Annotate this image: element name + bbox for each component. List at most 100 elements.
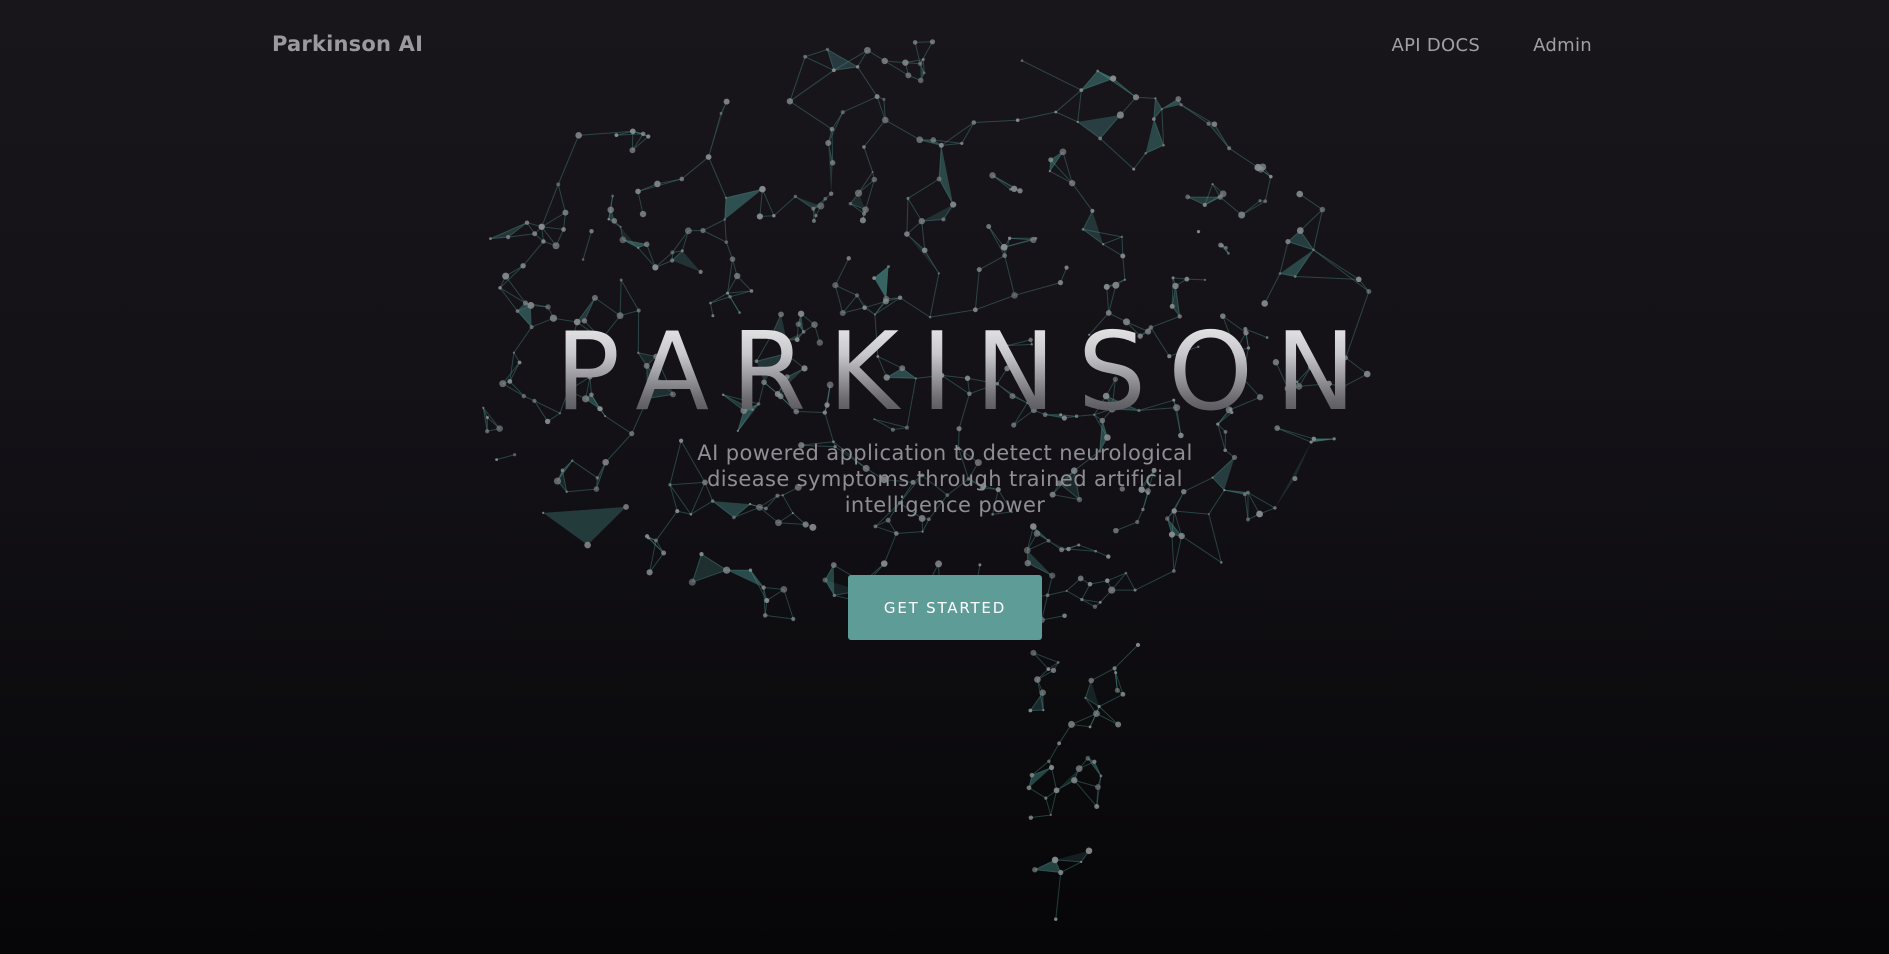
network-node (772, 213, 776, 218)
network-node (1007, 236, 1012, 241)
network-node (862, 145, 866, 149)
network-node (1162, 143, 1165, 147)
network-node (643, 241, 650, 248)
network-node (1179, 103, 1183, 107)
network-node (1010, 185, 1018, 193)
network-edge (1264, 176, 1272, 202)
network-node (1093, 710, 1100, 718)
network-edge (1051, 767, 1058, 791)
network-node (1245, 517, 1250, 522)
network-edge (708, 113, 722, 158)
network-node (1169, 303, 1175, 309)
network-node (520, 263, 526, 269)
network-edge (1030, 814, 1051, 819)
network-node (854, 189, 863, 197)
network-node (1084, 696, 1087, 700)
network-node (880, 560, 888, 567)
network-node (930, 137, 937, 143)
network-node (1296, 227, 1304, 234)
network-edge (924, 250, 940, 274)
network-node (1050, 667, 1057, 674)
network-node (654, 538, 659, 543)
network-edge (778, 522, 806, 526)
network-edge (974, 269, 980, 310)
network-node (1355, 276, 1362, 283)
network-facet (1028, 767, 1052, 788)
network-edge (1014, 282, 1061, 296)
network-edge (708, 156, 727, 198)
network-edge (835, 284, 858, 296)
network-node (575, 132, 582, 139)
network-edge (1264, 273, 1281, 304)
get-started-button[interactable]: GET STARTED (848, 575, 1042, 640)
network-facet (906, 234, 939, 274)
network-node (513, 453, 517, 457)
network-node (700, 227, 706, 234)
network-edge (906, 198, 909, 235)
network-node (611, 218, 618, 224)
network-node (1029, 772, 1035, 778)
network-node (882, 97, 886, 101)
brand-logo-link[interactable]: Parkinson AI (272, 32, 423, 56)
network-node (1292, 476, 1298, 482)
network-edge (1055, 872, 1062, 920)
network-node (1015, 118, 1020, 123)
network-edge (906, 233, 926, 251)
network-node (1032, 867, 1038, 873)
network-node (1332, 437, 1336, 441)
network-node (882, 298, 889, 305)
network-edge (1071, 713, 1097, 725)
network-edge (1133, 152, 1147, 170)
network-node (1094, 804, 1100, 810)
network-node (960, 141, 964, 145)
network-edge (1045, 797, 1052, 816)
network-node (759, 185, 766, 193)
network-node (1088, 725, 1092, 729)
network-edge (1125, 572, 1136, 591)
network-node (527, 301, 535, 309)
network-node (1048, 157, 1054, 163)
nav-link-admin[interactable]: Admin (1533, 35, 1592, 56)
network-node (541, 239, 546, 244)
network-node (1080, 597, 1084, 602)
network-node (1085, 847, 1093, 855)
network-edge (605, 433, 633, 463)
network-node (1114, 671, 1118, 675)
network-node (809, 523, 817, 531)
network-facet (1274, 442, 1312, 508)
network-node (723, 218, 726, 221)
network-node (488, 237, 492, 241)
network-edge (842, 96, 878, 113)
network-node (764, 598, 770, 604)
network-node (978, 563, 982, 567)
network-node (635, 188, 641, 195)
network-node (1092, 604, 1098, 609)
network-node (1144, 151, 1147, 155)
network-node (846, 256, 851, 261)
network-edge (1004, 255, 1016, 296)
network-node (595, 476, 600, 480)
network-edge (907, 178, 940, 199)
network-edge (973, 119, 1018, 124)
network-node (1312, 248, 1315, 252)
network-edge (1102, 236, 1123, 245)
network-edge (1299, 209, 1323, 231)
network-node (1081, 227, 1085, 231)
nav-link-api-docs[interactable]: API DOCS (1392, 35, 1481, 56)
network-node (1028, 815, 1034, 820)
network-edge (885, 119, 920, 141)
network-facet (874, 266, 889, 299)
network-node (668, 483, 672, 487)
network-node (1133, 588, 1137, 592)
network-node (545, 304, 551, 310)
network-node (589, 228, 594, 234)
network-edge (975, 294, 1015, 311)
network-node (1135, 642, 1141, 648)
network-node (935, 560, 943, 568)
network-node (1048, 764, 1055, 771)
network-node (1285, 239, 1291, 245)
network-node (829, 160, 836, 166)
network-node (762, 613, 768, 618)
network-edge (1219, 196, 1243, 216)
network-edge (759, 189, 763, 217)
